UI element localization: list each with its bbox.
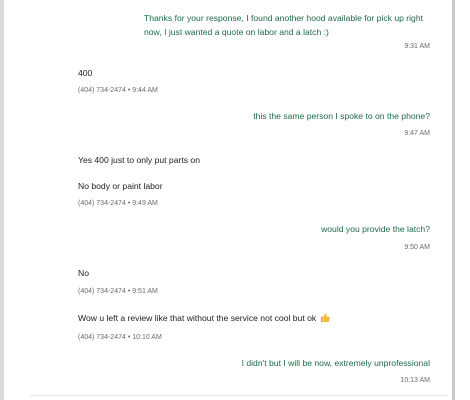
message-text-line: No body or paint labor: [78, 181, 163, 191]
message-text-line: this the same person I spoke to on the p…: [253, 111, 430, 121]
message-timestamp: 10:13 AM: [400, 377, 430, 384]
incoming-message: 400: [78, 66, 92, 80]
scrollbar[interactable]: [452, 0, 455, 400]
message-text-line: Thanks for your response, I found anothe…: [144, 13, 423, 23]
incoming-message: No body or paint labor: [78, 179, 163, 193]
message-timestamp: 9:31 AM: [404, 43, 430, 50]
message-sender-timestamp: (404) 734-2474 • 10:10 AM: [78, 334, 162, 341]
incoming-message: Wow u left a review like that without th…: [78, 311, 331, 325]
message-text-line: 400: [78, 68, 93, 78]
divider: [30, 395, 448, 396]
outgoing-message: Thanks for your response, I found anothe…: [144, 11, 423, 39]
message-text-line: would you provide the latch?: [321, 224, 430, 234]
message-timestamp: 9:50 AM: [404, 244, 430, 251]
message-text-line: Wow u left a review like that without th…: [78, 313, 317, 323]
outgoing-message: this the same person I spoke to on the p…: [253, 109, 430, 123]
outgoing-message: would you provide the latch?: [321, 222, 430, 236]
incoming-message: No: [78, 266, 89, 280]
incoming-message: Yes 400 just to only put parts on: [78, 153, 200, 167]
message-text-line: I didn't but I will be now, extremely un…: [241, 358, 430, 368]
message-sender-timestamp: (404) 734-2474 • 9:44 AM: [78, 87, 158, 94]
message-text-line: Yes 400 just to only put parts on: [78, 155, 200, 165]
message-sender-timestamp: (404) 734-2474 • 9:51 AM: [78, 288, 158, 295]
message-sender-timestamp: (404) 734-2474 • 9:49 AM: [78, 200, 158, 207]
thumbs-up-icon: [320, 312, 331, 323]
conversation-view: Thanks for your response, I found anothe…: [0, 0, 470, 400]
message-text-line: now, I just wanted a quote on labor and …: [144, 27, 329, 37]
message-timestamp: 9:47 AM: [404, 130, 430, 137]
left-scroll-edge: [0, 0, 4, 400]
message-text-line: No: [78, 268, 89, 278]
outgoing-message: I didn't but I will be now, extremely un…: [242, 356, 430, 370]
